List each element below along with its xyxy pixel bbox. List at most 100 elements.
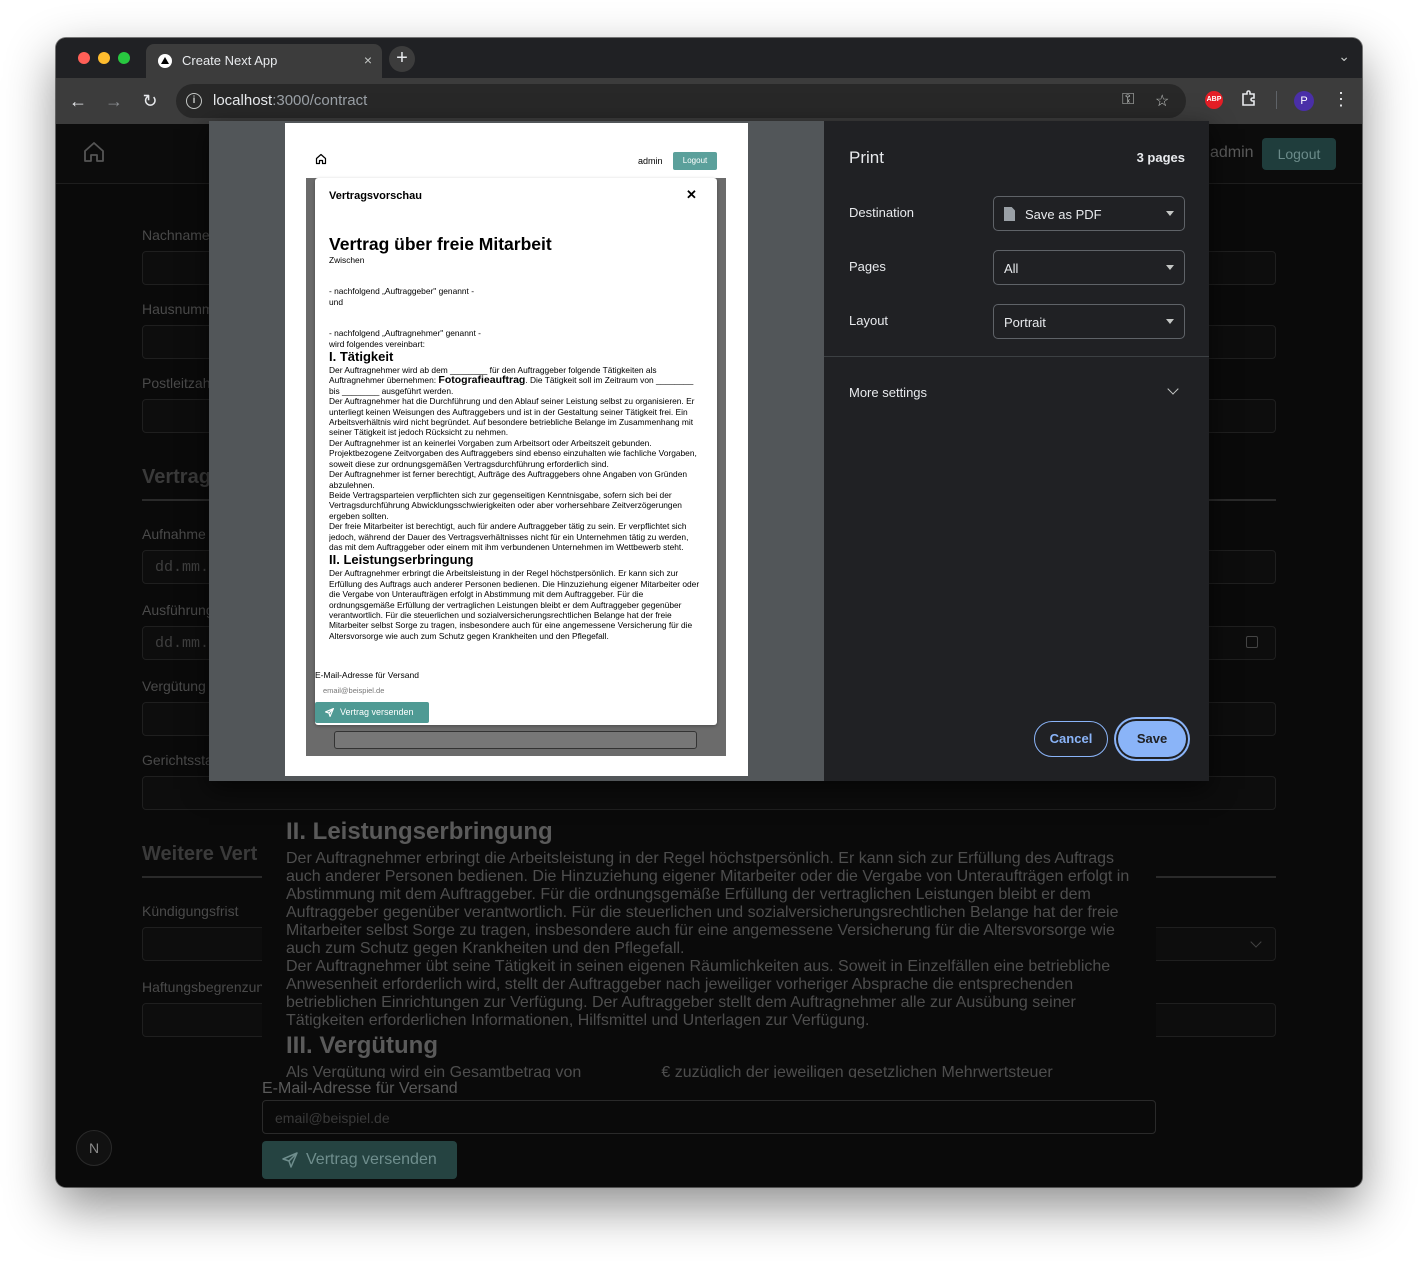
send-contract-button[interactable]: Vertrag versenden <box>262 1141 457 1179</box>
preview-email-label: E-Mail-Adresse für Versand <box>315 670 419 680</box>
forward-arrow-icon[interactable]: → <box>102 89 126 113</box>
preview-modal-title: Vertragsvorschau <box>329 190 422 202</box>
contract-paragraph: Der Auftragnehmer erbringt die Arbeitsle… <box>329 568 700 641</box>
reload-icon[interactable]: ↻ <box>138 89 162 113</box>
address-bar[interactable]: i localhost:3000/contract ⚿ ☆ <box>176 84 1186 118</box>
contract-line: wird folgendes vereinbart: <box>329 338 425 349</box>
pages-label: Pages <box>849 259 886 274</box>
background-contract-preview: II. Leistungserbringung Der Auftragnehme… <box>262 818 1156 1179</box>
taetigkeit-heading: I. Tätigkeit <box>329 349 394 365</box>
page-count: 3 pages <box>1136 150 1185 165</box>
gerichtsstand-label: Gerichtssta <box>142 752 213 768</box>
preview-contract-modal: Vertragsvorschau ✕ Vertrag über freie Mi… <box>315 178 717 725</box>
contract-paragraph: Der Auftragnehmer ist ferner berechtigt,… <box>329 469 688 490</box>
print-preview-page: admin Logout Vertragsvorschau ✕ Vertrag … <box>285 123 748 776</box>
layout-select[interactable]: Portrait <box>993 304 1185 339</box>
dropdown-caret-icon <box>1166 265 1174 270</box>
zoom-window-button[interactable] <box>118 52 130 64</box>
preview-logout-button: Logout <box>673 152 717 170</box>
contract-paragraph: Der Auftragnehmer wird ab dem ________ f… <box>329 365 703 396</box>
url-host: localhost <box>213 92 273 109</box>
verguetung-label: Vergütung <box>142 678 206 694</box>
email-input[interactable]: email@beispiel.de <box>262 1100 1156 1134</box>
send-contract-label: Vertrag versenden <box>306 1151 437 1168</box>
layout-value: Portrait <box>1004 315 1046 330</box>
browser-tab[interactable]: Create Next App × <box>146 44 382 78</box>
home-icon[interactable] <box>82 140 106 164</box>
postleitzahl-label: Postleitzah <box>142 375 211 391</box>
back-arrow-icon[interactable]: ← <box>66 89 90 113</box>
contract-paragraph: Der Auftragnehmer hat die Durchführung u… <box>329 396 695 438</box>
tab-close-icon[interactable]: × <box>364 52 372 68</box>
profile-avatar[interactable]: P <box>1294 91 1314 111</box>
url-text[interactable]: localhost:3000/contract <box>213 92 367 109</box>
weitere-section-title: Weitere Vert <box>142 843 258 865</box>
tab-title: Create Next App <box>182 53 278 68</box>
nextjs-dev-badge[interactable]: N <box>76 1130 112 1166</box>
kuendigungsfrist-label: Kündigungsfrist <box>142 903 239 919</box>
contract-paragraph: Der freie Mitarbeiter ist berechtigt, au… <box>329 521 689 552</box>
url-path: :3000/contract <box>272 92 368 109</box>
tab-strip: Create Next App × + ⌄ <box>56 38 1362 78</box>
save-button[interactable]: Save <box>1118 721 1186 757</box>
user-name: admin <box>1210 144 1254 161</box>
cancel-button[interactable]: Cancel <box>1034 721 1108 757</box>
contract-paragraph: Der Auftragnehmer ist an keinerlei Vorga… <box>329 437 697 469</box>
leistung-heading: II. Leistungserbringung <box>329 552 474 568</box>
preview-user-name: admin <box>638 156 663 166</box>
bookmark-star-icon[interactable]: ☆ <box>1155 91 1169 111</box>
destination-select[interactable]: Save as PDF <box>993 196 1185 231</box>
email-label: E-Mail-Adresse für Versand <box>262 1080 458 1097</box>
print-settings-panel: Print 3 pages Destination Save as PDF Pa… <box>824 121 1209 781</box>
destination-value: Save as PDF <box>1025 207 1102 222</box>
ausfuehrung-label: Ausführung <box>142 602 214 618</box>
pdf-document-icon <box>1004 207 1015 221</box>
leistung-paragraph: Der Auftragnehmer erbringt die Arbeitsle… <box>286 850 1130 957</box>
dropdown-caret-icon <box>1166 211 1174 216</box>
contract-title: Vertrag über freie Mitarbeit <box>329 234 552 254</box>
preview-send-label: Vertrag versenden <box>340 707 414 717</box>
chevron-down-icon[interactable] <box>1167 383 1179 395</box>
destination-label: Destination <box>849 205 915 220</box>
browser-menu-icon[interactable]: ⋮ <box>1332 89 1350 110</box>
print-preview-area: admin Logout Vertragsvorschau ✕ Vertrag … <box>209 121 824 781</box>
print-title: Print <box>849 148 884 167</box>
calendar-icon[interactable] <box>1246 636 1258 648</box>
toolbar-separator <box>1276 91 1277 109</box>
verguetung-heading: III. Vergütung <box>286 1032 439 1059</box>
contract-line: Zwischen <box>329 255 365 265</box>
logout-button[interactable]: Logout <box>1262 138 1336 170</box>
contract-paragraph: Beide Vertragsparteien verpflichten sich… <box>329 489 682 521</box>
more-settings-toggle[interactable]: More settings <box>849 385 927 400</box>
preview-contract-text: Vertrag über freie Mitarbeit Zwischen - … <box>329 234 703 668</box>
preview-input-bar <box>334 731 697 749</box>
close-icon: ✕ <box>686 187 697 202</box>
password-key-icon[interactable]: ⚿ <box>1122 91 1134 109</box>
leistung-paragraph: Der Auftragnehmer übt seine Tätigkeit in… <box>286 958 1111 1029</box>
home-icon <box>315 153 327 165</box>
contract-line: - nachfolgend „Auftragnehmer" genannt - <box>329 328 481 339</box>
contract-line: und <box>329 296 343 307</box>
browser-toolbar: ← → ↻ i localhost:3000/contract ⚿ ☆ <box>56 78 1362 124</box>
nextjs-favicon-icon <box>158 54 172 68</box>
pages-value: All <box>1004 261 1019 276</box>
vertrag-section-title: Vertrag <box>142 466 211 488</box>
new-tab-button[interactable]: + <box>389 46 415 72</box>
hausnummer-label: Hausnumm <box>142 301 214 317</box>
preview-send-button: Vertrag versenden <box>315 702 429 723</box>
browser-window: Create Next App × + ⌄ ← → ↻ i localhost:… <box>56 38 1362 1187</box>
layout-label: Layout <box>849 313 889 328</box>
pages-select[interactable]: All <box>993 250 1185 285</box>
tab-search-chevron-icon[interactable]: ⌄ <box>1338 48 1350 65</box>
background-contract-text: II. Leistungserbringung Der Auftragnehme… <box>286 818 1146 1078</box>
close-window-button[interactable] <box>78 52 90 64</box>
adblock-plus-icon[interactable]: ABP <box>1205 91 1223 109</box>
site-info-icon[interactable]: i <box>186 93 202 109</box>
gerichtsstand-input[interactable] <box>142 776 1276 810</box>
settings-divider <box>824 356 1209 357</box>
nachname-label: Nachname <box>142 227 210 243</box>
minimize-window-button[interactable] <box>98 52 110 64</box>
dropdown-caret-icon <box>1166 319 1174 324</box>
verguetung-paragraph: Als Vergütung wird ein Gesamtbetrag von … <box>286 1064 1053 1078</box>
extensions-puzzle-icon[interactable] <box>1240 89 1260 109</box>
